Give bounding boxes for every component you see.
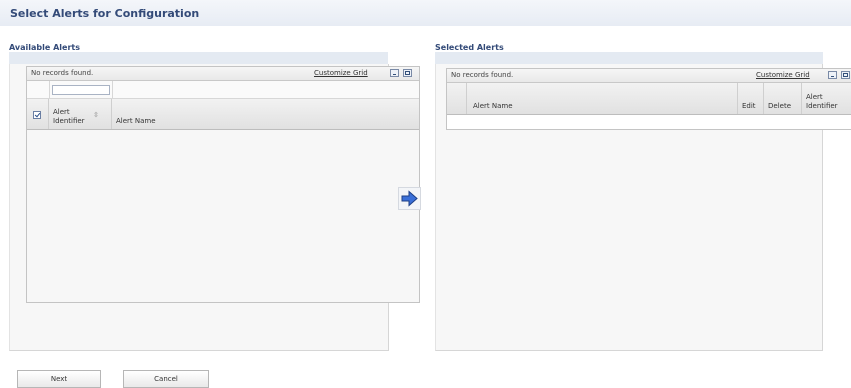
selected-alerts-title: Selected Alerts [435, 43, 504, 52]
select-all-checkbox[interactable] [33, 111, 41, 119]
maximize-icon[interactable] [841, 71, 850, 79]
available-customize-grid-link[interactable]: Customize Grid [314, 69, 368, 77]
cancel-button[interactable]: Cancel [123, 370, 209, 388]
alert-identifier-filter-input[interactable] [52, 85, 110, 95]
page-title: Select Alerts for Configuration [10, 7, 200, 20]
available-qbe-row [27, 81, 419, 99]
move-to-selected-button[interactable] [398, 187, 421, 210]
selected-customize-grid-link[interactable]: Customize Grid [756, 71, 810, 79]
export-icon[interactable] [828, 71, 837, 79]
selected-row-header-column [447, 83, 467, 114]
next-button[interactable]: Next [17, 370, 101, 388]
delete-column-header[interactable]: Delete [764, 83, 802, 114]
title-bar: Select Alerts for Configuration [0, 0, 851, 26]
available-alerts-grid: No records found. Customize Grid Alert I… [26, 66, 420, 303]
delete-header-label: Delete [768, 102, 791, 110]
alert-identifier-column-header[interactable]: Alert Identifier ⇳ [49, 99, 112, 129]
selected-alert-identifier-column-header[interactable]: Alert Identifier [802, 83, 851, 114]
alert-identifier-header-label: Alert Identifier [53, 108, 85, 125]
selected-alert-identifier-header-label: Alert Identifier [806, 93, 838, 110]
maximize-icon[interactable] [403, 69, 412, 77]
edit-header-label: Edit [742, 102, 756, 110]
available-grid-header: Alert Identifier ⇳ Alert Name [27, 99, 419, 130]
alert-name-column-header[interactable]: Alert Name [112, 99, 417, 129]
selected-no-records: No records found. [451, 71, 514, 79]
sort-icon[interactable]: ⇳ [93, 111, 99, 120]
alert-name-header-label: Alert Name [116, 117, 156, 125]
export-icon[interactable] [390, 69, 399, 77]
selected-alerts-band [435, 52, 823, 64]
available-no-records: No records found. [31, 69, 94, 77]
select-all-column [27, 99, 49, 129]
right-arrow-icon [401, 190, 418, 207]
selected-grid-toolbar: No records found. Customize Grid [447, 69, 851, 83]
selected-grid-header: Alert Name Edit Delete Alert Identifier [447, 83, 851, 115]
available-grid-toolbar: No records found. Customize Grid [27, 67, 419, 81]
selected-alerts-grid: No records found. Customize Grid Alert N… [446, 68, 851, 130]
available-alerts-band [9, 52, 388, 64]
selected-alert-name-column-header[interactable]: Alert Name [467, 83, 738, 114]
selected-alert-name-header-label: Alert Name [473, 102, 513, 110]
available-alerts-title: Available Alerts [9, 43, 80, 52]
edit-column-header[interactable]: Edit [738, 83, 764, 114]
